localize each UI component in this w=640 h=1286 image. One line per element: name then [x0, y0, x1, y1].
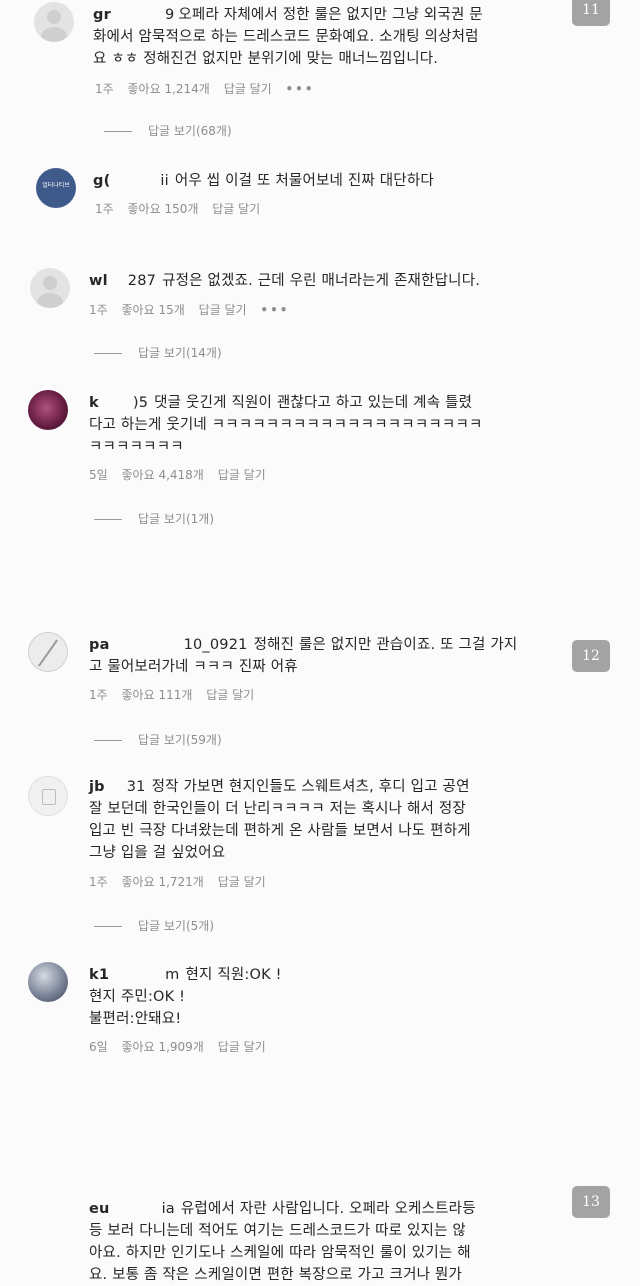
- view-replies-link[interactable]: 답글 보기(59개): [94, 731, 222, 748]
- comment-body: 오페라 자체에서 정한 룰은 없지만 그냥 외국권 문 화에서 암묵적으로 하는…: [93, 7, 483, 67]
- comment-text: pa 10_0921 정해진 룰은 없지만 관습이죠. 또 그걸 가지 고 물어보러…: [89, 634, 517, 678]
- divider: [94, 740, 122, 741]
- comment-meta: 1주 좋아요 1,721개 답글 달기: [89, 873, 276, 890]
- avatar[interactable]: [34, 2, 74, 42]
- page-number-badge: 12: [572, 640, 610, 672]
- view-replies-label: 답글 보기(1개): [138, 512, 215, 526]
- comment-time: 6일: [89, 1040, 108, 1054]
- comment-text: k )5 댓글 웃긴게 직원이 괜찮다고 하고 있는데 계속 틀렸 다고 하는게 웃…: [89, 392, 483, 458]
- avatar[interactable]: [28, 632, 68, 672]
- comment-meta: 1주 좋아요 111개 답글 달기: [89, 686, 264, 703]
- comment-meta: 5일 좋아요 4,418개 답글 달기: [89, 466, 276, 483]
- comment-username[interactable]: gr: [93, 7, 111, 23]
- comment-username[interactable]: k: [89, 395, 99, 411]
- comment-time: 1주: [89, 303, 108, 317]
- page-number-badge: 11: [572, 0, 610, 26]
- reply-button[interactable]: 답글 달기: [218, 875, 266, 889]
- avatar[interactable]: [28, 776, 68, 816]
- avatar-text: 얼터나티브: [42, 182, 70, 189]
- comment-username-suffix: 10_0921: [183, 637, 248, 653]
- comment-username-suffix: 31: [126, 779, 146, 795]
- view-replies-link[interactable]: 답글 보기(5개): [94, 917, 214, 934]
- comment-body: 댓글 웃긴게 직원이 괜찮다고 하고 있는데 계속 틀렸 다고 하는게 웃기네 …: [89, 395, 483, 455]
- view-replies-label: 답글 보기(5개): [138, 919, 215, 933]
- comment-text: g( ii 어우 씹 이걸 또 처물어보네 진짜 대단하다: [93, 170, 434, 192]
- divider: [94, 353, 122, 354]
- comment-username[interactable]: jb: [89, 779, 105, 795]
- reply-button[interactable]: 답글 달기: [212, 202, 260, 216]
- view-replies-label: 답글 보기(68개): [148, 124, 232, 138]
- comment-body: 정해진 룰은 없지만 관습이죠. 또 그걸 가지 고 물어보러가네 ㅋㅋㅋ 진짜…: [89, 637, 518, 675]
- comment-text: k1 m 현지 직원:OK ! 현지 주민:OK ! 불편러:안돼요!: [89, 964, 282, 1030]
- comment-text: wl 287 규정은 없겠죠. 근데 우린 매너라는게 존재한답니다.: [89, 270, 480, 292]
- more-options-icon[interactable]: •••: [286, 82, 315, 96]
- comment-meta: 6일 좋아요 1,909개 답글 달기: [89, 1038, 276, 1055]
- comment-username-suffix: ii: [160, 173, 169, 189]
- reply-button[interactable]: 답글 달기: [218, 1040, 266, 1054]
- comment-body: 규정은 없겠죠. 근데 우린 매너라는게 존재한답니다.: [162, 273, 481, 289]
- comment-username[interactable]: pa: [89, 637, 110, 653]
- comment-body: 정작 가보면 현지인들도 스웨트셔츠, 후디 입고 공연 잘 보던데 한국인들이…: [89, 779, 471, 861]
- comment-username-suffix: m: [165, 967, 180, 983]
- comment-time: 1주: [95, 202, 114, 216]
- likes-count[interactable]: 좋아요 150개: [128, 202, 199, 216]
- divider: [104, 131, 132, 132]
- divider: [94, 519, 122, 520]
- more-options-icon[interactable]: •••: [260, 303, 289, 317]
- comment-body: 현지 직원:OK ! 현지 주민:OK ! 불편러:안돼요!: [89, 967, 282, 1027]
- comment-time: 5일: [89, 468, 108, 482]
- comment-time: 1주: [95, 82, 114, 96]
- comment-username-suffix: )5: [132, 395, 149, 411]
- comment-username[interactable]: g(: [93, 173, 110, 189]
- likes-count[interactable]: 좋아요 4,418개: [122, 468, 204, 482]
- view-replies-label: 답글 보기(14개): [138, 346, 222, 360]
- avatar[interactable]: [30, 268, 70, 308]
- comment-body: 유럽에서 자란 사람입니다. 오페라 오케스트라등 등 보러 다니는데 적어도 …: [89, 1201, 476, 1283]
- avatar[interactable]: 얼터나티브: [36, 168, 76, 208]
- reply-button[interactable]: 답글 달기: [206, 688, 254, 702]
- avatar[interactable]: [28, 390, 68, 430]
- reply-button[interactable]: 답글 달기: [199, 303, 247, 317]
- view-replies-link[interactable]: 답글 보기(14개): [94, 344, 222, 361]
- comment-text: gr 9 오페라 자체에서 정한 룰은 없지만 그냥 외국권 문 화에서 암묵적으로…: [93, 4, 483, 70]
- comment-time: 1주: [89, 875, 108, 889]
- comment-meta: 1주 좋아요 1,214개 답글 달기 •••: [95, 80, 325, 97]
- comment-username-suffix: ia: [161, 1201, 175, 1217]
- reply-button[interactable]: 답글 달기: [218, 468, 266, 482]
- likes-count[interactable]: 좋아요 1,909개: [122, 1040, 204, 1054]
- comment-username-suffix: 287: [127, 273, 157, 289]
- comment-time: 1주: [89, 688, 108, 702]
- likes-count[interactable]: 좋아요 1,721개: [122, 875, 204, 889]
- comment-username[interactable]: eu: [89, 1201, 110, 1217]
- likes-count[interactable]: 좋아요 1,214개: [128, 82, 210, 96]
- comment-username[interactable]: wl: [89, 273, 108, 289]
- reply-button[interactable]: 답글 달기: [224, 82, 272, 96]
- likes-count[interactable]: 좋아요 111개: [122, 688, 193, 702]
- comment-body: 어우 씹 이걸 또 처물어보네 진짜 대단하다: [174, 173, 434, 189]
- view-replies-link[interactable]: 답글 보기(1개): [94, 510, 214, 527]
- divider: [94, 926, 122, 927]
- comment-username[interactable]: k1: [89, 967, 109, 983]
- comment-text: eu ia 유럽에서 자란 사람입니다. 오페라 오케스트라등 등 보러 다니는데 …: [89, 1198, 476, 1286]
- avatar[interactable]: [28, 962, 68, 1002]
- comment-meta: 1주 좋아요 150개 답글 달기: [95, 200, 270, 217]
- comment-text: jb 31 정작 가보면 현지인들도 스웨트셔츠, 후디 입고 공연 잘 보던데 한…: [89, 776, 471, 864]
- view-replies-link[interactable]: 답글 보기(68개): [104, 122, 232, 139]
- comment-username-suffix: 9: [164, 7, 175, 23]
- page-number-badge: 13: [572, 1186, 610, 1218]
- view-replies-label: 답글 보기(59개): [138, 733, 222, 747]
- comment-meta: 1주 좋아요 15개 답글 달기 •••: [89, 301, 299, 318]
- likes-count[interactable]: 좋아요 15개: [122, 303, 185, 317]
